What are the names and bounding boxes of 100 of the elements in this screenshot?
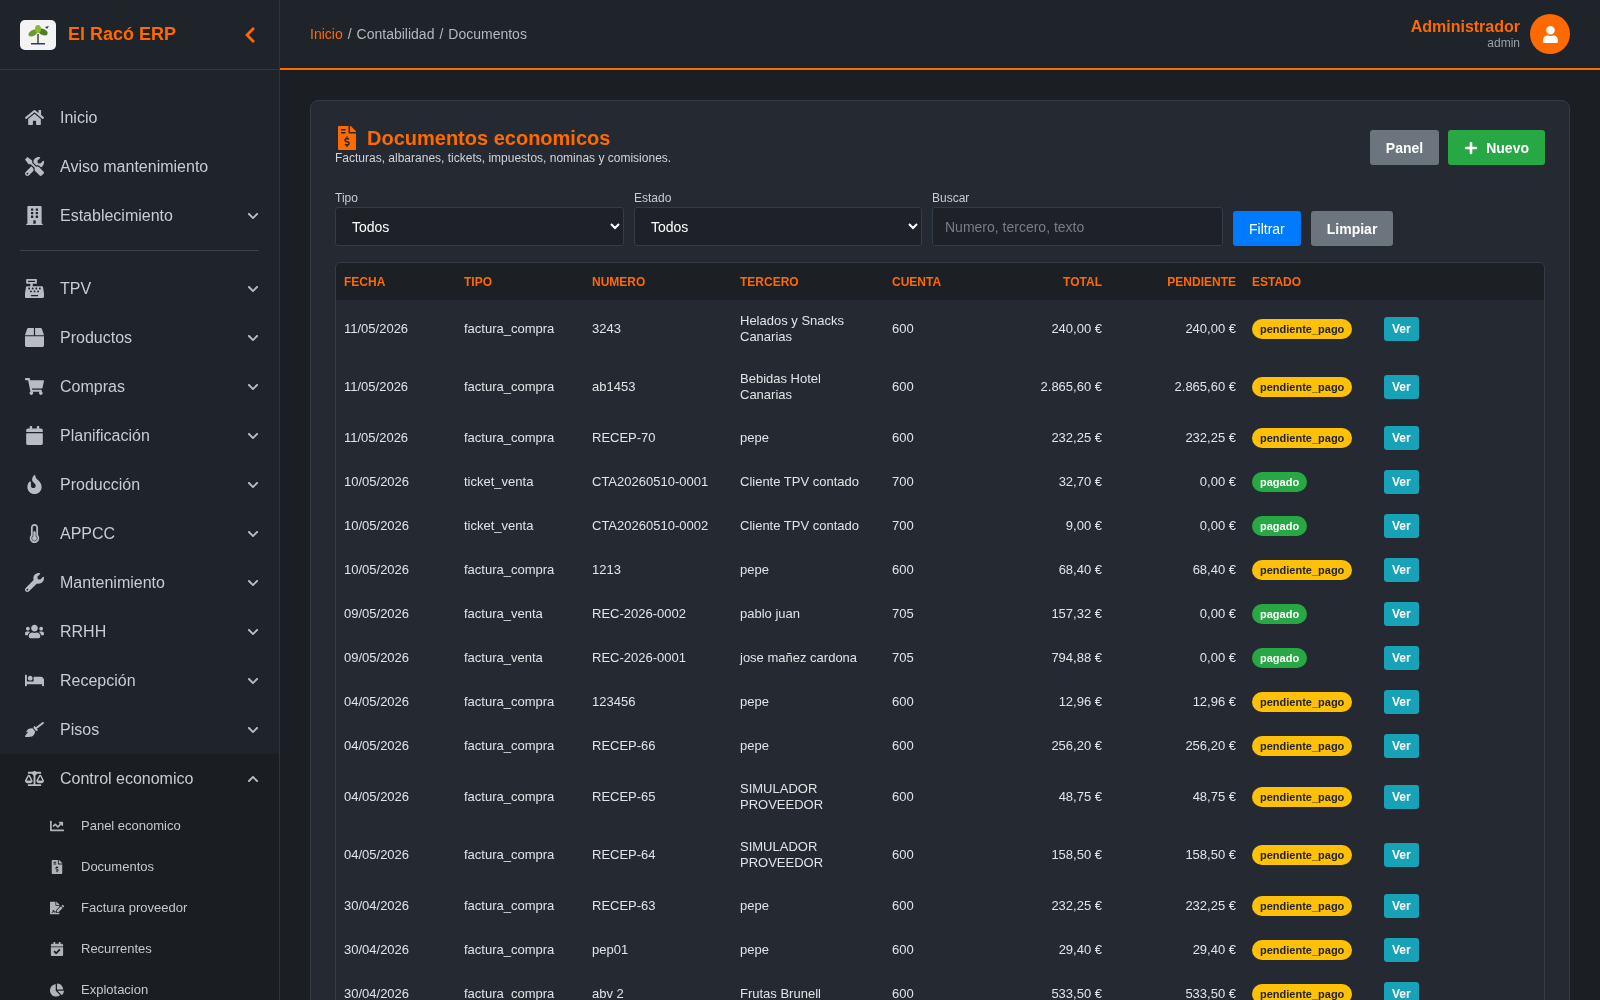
table-cell-text: 600: [891, 788, 915, 806]
table-cell: 240,00 €: [1110, 300, 1244, 358]
search-field[interactable]: Numero, tercero, texto: [932, 207, 1223, 246]
table-cell-text: ab1453: [591, 378, 637, 396]
field-label: Tipo: [335, 191, 359, 205]
table-cell-text: factura_compra: [463, 693, 556, 711]
table-cell-text: 600: [891, 737, 915, 755]
column-header: PENDIENTE: [1110, 263, 1244, 300]
sidebar-item[interactable]: Control economico: [0, 754, 279, 803]
table-cell-text: 158,50 €: [1050, 846, 1103, 864]
sidebar-item[interactable]: RRHH: [0, 607, 279, 656]
table-cell: Helados y Snacks Canarias: [732, 300, 884, 358]
field-label: Buscar: [932, 191, 971, 205]
table-cell-text: pablo juan: [739, 605, 801, 623]
sidebar-item[interactable]: Mantenimiento: [0, 558, 279, 607]
table-cell-text: Cliente TPV contado: [739, 473, 860, 491]
cash-register-icon: [24, 279, 44, 298]
broom-icon: [24, 720, 44, 739]
sidebar-item[interactable]: Planificación: [0, 411, 279, 460]
column-header: FECHA: [336, 263, 456, 300]
breadcrumb-separator: /: [439, 26, 444, 42]
status-badge: pendiente_pago: [1252, 692, 1353, 712]
table-cell-text: pepe: [739, 941, 770, 959]
table-cell-text: 30/04/2026: [343, 941, 411, 959]
table-cell-text: 158,50 €: [1184, 846, 1237, 864]
sidebar-subitem[interactable]: Explotacion: [0, 969, 279, 1000]
status-badge: pendiente_pago: [1252, 560, 1353, 580]
table-cell-text: RECEP-65: [591, 788, 657, 806]
table-cell-text: 48,75 €: [1191, 788, 1237, 806]
page-subtitle: Facturas, albaranes, tickets, impuestos, nominas y comisiones.: [335, 151, 672, 165]
status-select[interactable]: Todos: [634, 207, 922, 246]
status-badge: pagado: [1252, 604, 1308, 624]
clear-button[interactable]: Limpiar: [1310, 211, 1394, 246]
tools-icon: [24, 157, 44, 176]
table-cell-text: 600: [891, 561, 915, 579]
sidebar-subitem[interactable]: Factura proveedor: [0, 887, 279, 928]
breadcrumb-link[interactable]: Inicio: [310, 26, 343, 42]
table-cell-text: RECEP-66: [591, 737, 657, 755]
sidebar-item[interactable]: Pisos: [0, 705, 279, 754]
table-cell-text: 29,40 €: [1057, 941, 1103, 959]
plant-logo-icon: [25, 23, 51, 46]
column-header: ESTADO: [1244, 263, 1376, 300]
table-cell-text: 232,25 €: [1050, 897, 1103, 915]
table-cell-text: RECEP-70: [591, 429, 657, 447]
sidebar-item[interactable]: Productos: [0, 313, 279, 362]
sidebar-subitem[interactable]: Documentos: [0, 846, 279, 887]
table-cell-text: ticket_venta: [463, 517, 535, 535]
panel-button[interactable]: Panel: [1369, 130, 1440, 165]
table-cell-text: CTA20260510-0001: [591, 473, 710, 491]
table-cell-text: 12,96 €: [1191, 693, 1237, 711]
box-icon: [24, 328, 44, 347]
table-cell-text: REC-2026-0002: [591, 605, 687, 623]
table-cell-text: SIMULADOR PROVEEDOR: [739, 838, 825, 872]
table-cell-text: 29,40 €: [1191, 941, 1237, 959]
line-chart-icon: [49, 818, 64, 833]
table-cell-text: Frutas Brunell: [739, 985, 822, 1000]
sidebar-item[interactable]: TPV: [0, 264, 279, 313]
table-cell-text: 11/05/2026: [343, 378, 410, 396]
table-cell-text: 600: [891, 897, 915, 915]
breadcrumb-link[interactable]: Contabilidad: [356, 26, 435, 42]
table-cell-text: pep01: [591, 941, 630, 959]
table-cell: 3243: [584, 300, 732, 358]
status-badge: pendiente_pago: [1252, 984, 1353, 1000]
type-select[interactable]: Todos: [335, 207, 624, 246]
user-avatar-icon[interactable]: [1530, 14, 1570, 54]
table-cell-text: Cliente TPV contado: [739, 517, 860, 535]
sidebar-item[interactable]: Establecimiento: [0, 191, 279, 240]
status-badge: pendiente_pago: [1252, 845, 1353, 865]
table-cell-text: Bebidas Hotel Canarias: [739, 370, 822, 404]
table-cell-text: pepe: [739, 429, 770, 447]
sidebar-item[interactable]: Inicio: [0, 93, 279, 142]
table-cell-text: 10/05/2026: [343, 517, 411, 535]
status-badge: pendiente_pago: [1252, 319, 1353, 339]
table-cell: 600: [884, 300, 944, 358]
sidebar-item[interactable]: Producción: [0, 460, 279, 509]
table-cell: 11/05/2026: [336, 300, 456, 358]
filter-button[interactable]: Filtrar: [1233, 211, 1301, 246]
table-cell-text: 1213: [591, 561, 622, 579]
table-cell-text: 157,32 €: [1050, 605, 1103, 623]
table-cell-text: 600: [891, 985, 915, 1000]
table-cell-text: 32,70 €: [1057, 473, 1103, 491]
sidebar-item[interactable]: APPCC: [0, 509, 279, 558]
breadcrumb-separator: /: [347, 26, 352, 42]
sidebar-item[interactable]: Aviso mantenimiento: [0, 142, 279, 191]
breadcrumb-link[interactable]: Documentos: [448, 26, 527, 42]
table-cell-text: factura_compra: [463, 788, 556, 806]
sidebar-item[interactable]: Recepción: [0, 656, 279, 705]
table-cell-text: 232,25 €: [1184, 429, 1237, 447]
table-cell-text: 2.865,60 €: [1039, 378, 1103, 396]
sidebar-item[interactable]: Compras: [0, 362, 279, 411]
table-cell-text: 30/04/2026: [343, 985, 411, 1000]
table-cell-text: 10/05/2026: [343, 561, 411, 579]
sidebar-subitem[interactable]: Recurrentes: [0, 928, 279, 969]
table-cell: 240,00 €: [944, 300, 1110, 358]
table-cell-text: 10/05/2026: [343, 473, 411, 491]
table-cell-text: 04/05/2026: [343, 788, 411, 806]
sidebar-subitem[interactable]: Panel economico: [0, 805, 279, 846]
home-icon: [24, 108, 44, 127]
table-cell-text: RECEP-64: [591, 846, 657, 864]
table-cell: factura_compra: [456, 300, 584, 358]
